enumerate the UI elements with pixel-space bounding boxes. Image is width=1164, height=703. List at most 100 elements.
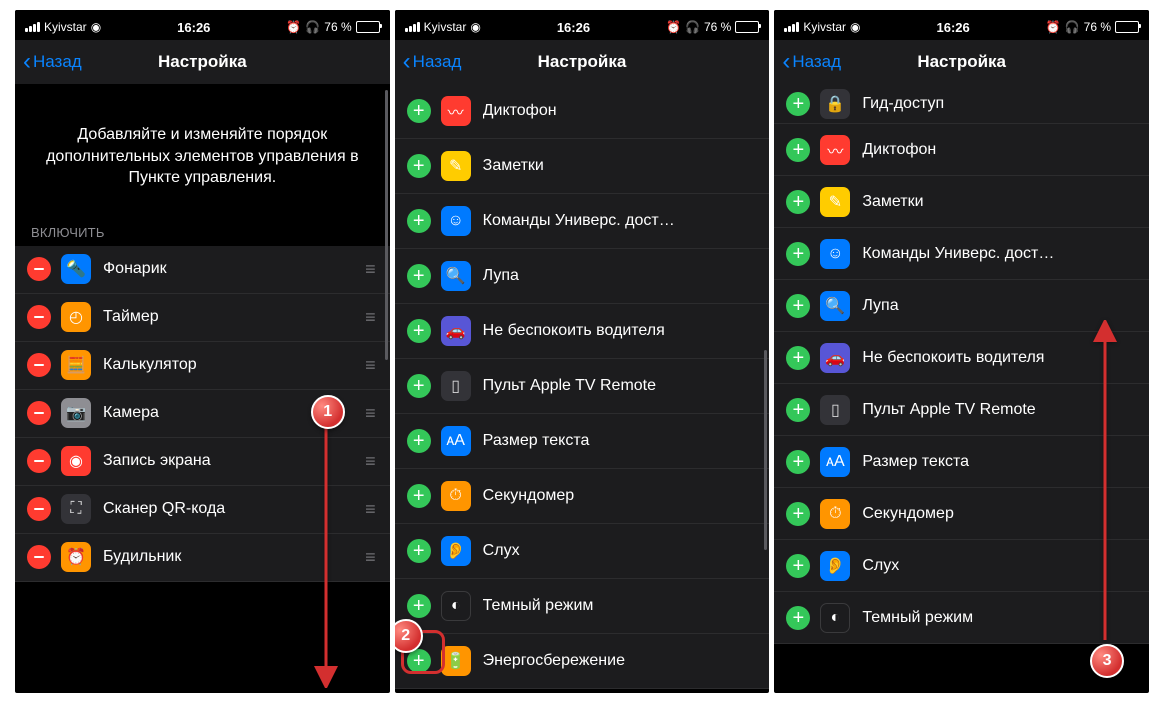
phone-screen-3: Kyivstar ◉ 16:26 ⏰ 🎧 76 % ‹ Назад Настро… xyxy=(774,10,1149,693)
row-label: Заметки xyxy=(483,157,758,175)
back-button[interactable]: ‹ Назад xyxy=(782,50,841,74)
remove-button[interactable] xyxy=(27,305,51,329)
back-label: Назад xyxy=(792,52,841,72)
row-label: Лупа xyxy=(483,267,758,285)
back-button[interactable]: ‹ Назад xyxy=(23,50,82,74)
app-icon: 〰 xyxy=(820,135,850,165)
app-icon: ✎ xyxy=(441,151,471,181)
remove-button[interactable] xyxy=(27,449,51,473)
wifi-icon: ◉ xyxy=(470,20,480,34)
carrier-label: Kyivstar xyxy=(803,20,846,34)
alarm-icon: ⏰ xyxy=(286,20,301,34)
row-label: Диктофон xyxy=(862,141,1137,159)
add-button[interactable] xyxy=(407,264,431,288)
add-button[interactable] xyxy=(407,319,431,343)
add-button[interactable] xyxy=(407,209,431,233)
row-label: Энергосбережение xyxy=(483,652,758,670)
signal-icon xyxy=(25,22,40,32)
list-item[interactable]: 👂 Слух xyxy=(395,524,770,579)
app-icon: ⏰ xyxy=(61,542,91,572)
list-item[interactable]: 🔍 Лупа xyxy=(395,249,770,304)
list-item[interactable]: 〰 Диктофон xyxy=(774,124,1149,176)
row-label: Заметки xyxy=(862,193,1137,211)
reorder-icon[interactable]: ≡ xyxy=(365,307,378,328)
list-item[interactable]: ▯ Пульт Apple TV Remote xyxy=(395,359,770,414)
remove-button[interactable] xyxy=(27,545,51,569)
row-label: Гид-доступ xyxy=(862,95,1137,113)
add-button[interactable] xyxy=(786,294,810,318)
nav-bar: ‹ Назад Настройка xyxy=(774,40,1149,84)
list-item[interactable]: 〰 Диктофон xyxy=(395,84,770,139)
add-button[interactable] xyxy=(786,554,810,578)
list-item[interactable]: ◐ Темный режим xyxy=(395,579,770,634)
add-button[interactable] xyxy=(407,539,431,563)
add-button[interactable] xyxy=(786,398,810,422)
signal-icon xyxy=(405,22,420,32)
list-item[interactable]: ᴀA Размер текста xyxy=(395,414,770,469)
row-label: Лупа xyxy=(862,297,1137,315)
row-label: Команды Универс. дост… xyxy=(483,212,758,230)
clock: 16:26 xyxy=(177,20,210,35)
remove-button[interactable] xyxy=(27,353,51,377)
arrow-down-icon xyxy=(314,428,338,693)
page-title: Настройка xyxy=(158,52,247,72)
list-item[interactable]: 🔦 Фонарик ≡ xyxy=(15,246,390,294)
back-button[interactable]: ‹ Назад xyxy=(403,50,462,74)
back-label: Назад xyxy=(413,52,462,72)
app-icon: 🔒 xyxy=(820,89,850,119)
add-button[interactable] xyxy=(407,99,431,123)
reorder-icon[interactable]: ≡ xyxy=(365,499,378,520)
add-button[interactable] xyxy=(786,92,810,116)
add-button[interactable] xyxy=(786,450,810,474)
add-button[interactable] xyxy=(786,190,810,214)
list-item[interactable]: ☺ Команды Универс. дост… xyxy=(395,194,770,249)
list-item[interactable]: 🔒 Гид-доступ xyxy=(774,84,1149,124)
clock: 16:26 xyxy=(557,20,590,35)
list-item[interactable]: 🔋 Энергосбережение xyxy=(395,634,770,689)
reorder-icon[interactable]: ≡ xyxy=(365,451,378,472)
add-button[interactable] xyxy=(407,429,431,453)
reorder-icon[interactable]: ≡ xyxy=(365,355,378,376)
remove-button[interactable] xyxy=(27,401,51,425)
add-button[interactable] xyxy=(786,606,810,630)
list-item[interactable]: ◴ Таймер ≡ xyxy=(15,294,390,342)
reorder-icon[interactable]: ≡ xyxy=(365,547,378,568)
app-icon: ◴ xyxy=(61,302,91,332)
list-item[interactable]: ☺ Команды Универс. дост… xyxy=(774,228,1149,280)
alarm-icon: ⏰ xyxy=(666,20,681,34)
add-button[interactable] xyxy=(786,242,810,266)
row-label: Секундомер xyxy=(483,487,758,505)
app-icon: 🔦 xyxy=(61,254,91,284)
remove-button[interactable] xyxy=(27,497,51,521)
add-button[interactable] xyxy=(407,594,431,618)
chevron-left-icon: ‹ xyxy=(23,50,31,74)
add-button[interactable] xyxy=(407,154,431,178)
battery-pct: 76 % xyxy=(324,20,351,34)
list-item[interactable]: ✎ Заметки xyxy=(395,139,770,194)
add-button[interactable] xyxy=(786,502,810,526)
reorder-icon[interactable]: ≡ xyxy=(365,403,378,424)
status-bar: Kyivstar ◉ 16:26 ⏰ 🎧 76 % xyxy=(395,10,770,40)
add-button[interactable] xyxy=(786,346,810,370)
add-button[interactable] xyxy=(407,374,431,398)
list-item[interactable]: ✎ Заметки xyxy=(774,176,1149,228)
reorder-icon[interactable]: ≡ xyxy=(365,259,378,280)
add-button[interactable] xyxy=(786,138,810,162)
row-label: Темный режим xyxy=(483,597,758,615)
status-bar: Kyivstar ◉ 16:26 ⏰ 🎧 76 % xyxy=(774,10,1149,40)
list-item[interactable]: 🧮 Калькулятор ≡ xyxy=(15,342,390,390)
app-icon: ⛶ xyxy=(61,494,91,524)
row-label: Размер текста xyxy=(483,432,758,450)
scrollbar[interactable] xyxy=(764,350,767,550)
add-button[interactable] xyxy=(407,484,431,508)
add-button[interactable] xyxy=(407,649,431,673)
remove-button[interactable] xyxy=(27,257,51,281)
status-bar: Kyivstar ◉ 16:26 ⏰ 🎧 76 % xyxy=(15,10,390,40)
phone-screen-2: Kyivstar ◉ 16:26 ⏰ 🎧 76 % ‹ Назад Настро… xyxy=(395,10,770,693)
app-icon: 🔍 xyxy=(820,291,850,321)
list-item[interactable]: 🚗 Не беспокоить водителя xyxy=(395,304,770,359)
callout-1: 1 xyxy=(311,395,345,429)
scrollbar[interactable] xyxy=(385,90,388,360)
carrier-label: Kyivstar xyxy=(44,20,87,34)
list-item[interactable]: ⏱ Секундомер xyxy=(395,469,770,524)
